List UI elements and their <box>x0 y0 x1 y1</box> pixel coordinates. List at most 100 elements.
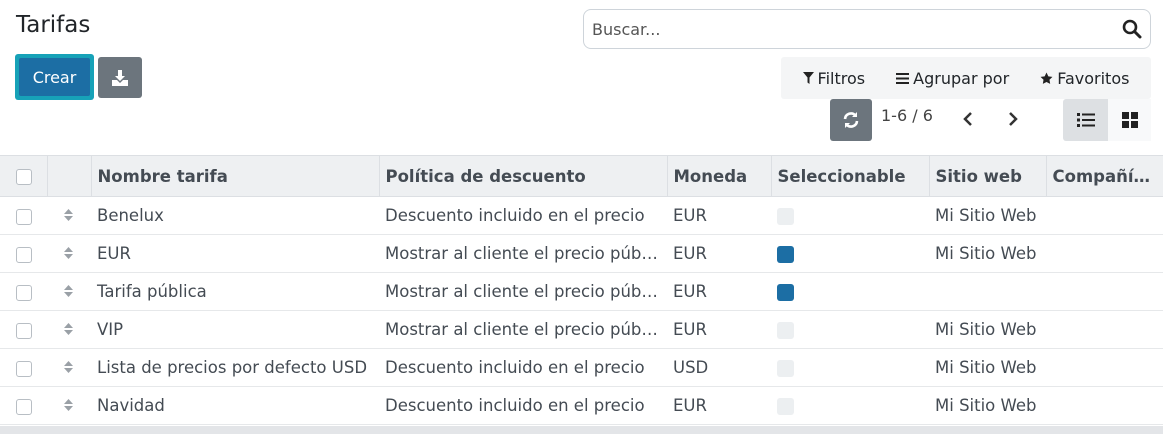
drag-handle-cell <box>47 196 91 235</box>
column-header-company[interactable]: Compañía... <box>1046 155 1163 197</box>
column-header-name[interactable]: Nombre tarifa <box>91 155 380 197</box>
column-header-currency[interactable]: Moneda <box>667 155 772 197</box>
selectable-checkbox[interactable] <box>777 360 794 377</box>
cell-company <box>1046 310 1163 349</box>
row-select-cell <box>0 196 47 235</box>
selectable-checkbox[interactable] <box>777 398 794 415</box>
drag-handle-icon[interactable] <box>63 283 74 302</box>
cell-website <box>929 272 1046 311</box>
drag-handle-cell <box>47 386 91 425</box>
cell-name: Benelux <box>91 196 379 235</box>
cell-selectable <box>771 272 929 311</box>
cell-website: Mi Sitio Web <box>929 348 1046 387</box>
list-view-button[interactable] <box>1063 99 1108 141</box>
filters-label: Filtros <box>817 68 866 88</box>
row-select-cell <box>0 234 47 273</box>
cell-name: Tarifa pública <box>91 272 379 311</box>
table-header: Nombre tarifa Política de descuento Mone… <box>0 155 1163 197</box>
pager-value[interactable]: 1-6 / 6 <box>881 106 933 125</box>
cell-name: VIP <box>91 310 379 349</box>
chevron-left-icon <box>963 112 972 126</box>
cell-policy: Mostrar al cliente el precio público <box>379 272 667 311</box>
cell-policy: Descuento incluido en el precio <box>379 348 667 387</box>
cell-company <box>1046 234 1163 273</box>
row-select-cell <box>0 310 47 349</box>
download-button[interactable] <box>98 57 142 98</box>
drag-handle-icon[interactable] <box>63 397 74 416</box>
refresh-icon <box>843 112 859 128</box>
cell-website: Mi Sitio Web <box>929 234 1046 273</box>
selectable-checkbox[interactable] <box>777 284 794 301</box>
drag-handle-cell <box>47 272 91 311</box>
row-select-cell <box>0 386 47 425</box>
row-checkbox[interactable] <box>16 284 32 301</box>
cell-selectable <box>771 386 929 425</box>
groupby-toggle[interactable]: Agrupar por <box>896 69 1009 88</box>
cell-name: Lista de precios por defecto USD <box>91 348 379 387</box>
groupby-label: Agrupar por <box>913 68 1010 88</box>
favorites-label: Favoritos <box>1057 68 1130 88</box>
cell-policy: Mostrar al cliente el precio público <box>379 310 667 349</box>
kanban-view-button[interactable] <box>1108 99 1151 141</box>
drag-handle-icon[interactable] <box>63 207 74 226</box>
row-select-cell <box>0 272 47 311</box>
page-title: Tarifas <box>16 12 91 38</box>
handle-header <box>47 155 92 197</box>
drag-handle-cell <box>47 234 91 273</box>
filters-toggle[interactable]: Filtros <box>802 68 866 88</box>
table-row[interactable]: VIP Mostrar al cliente el precio público E… <box>0 310 1163 349</box>
cell-selectable <box>771 310 929 349</box>
cell-selectable <box>771 196 929 235</box>
selectable-checkbox[interactable] <box>777 246 794 263</box>
filter-icon <box>802 72 814 84</box>
search-input[interactable] <box>592 10 1112 48</box>
cell-currency: EUR <box>667 272 771 311</box>
cell-currency: USD <box>667 348 771 387</box>
cell-selectable <box>771 348 929 387</box>
drag-handle-icon[interactable] <box>63 359 74 378</box>
selectable-checkbox[interactable] <box>777 322 794 339</box>
pager-previous-button[interactable] <box>958 108 978 130</box>
cell-website: Mi Sitio Web <box>929 386 1046 425</box>
cell-policy: Mostrar al cliente el precio público <box>379 234 667 273</box>
cell-policy: Descuento incluido en el precio <box>379 386 667 425</box>
list-icon <box>1076 113 1095 127</box>
row-checkbox[interactable] <box>16 322 32 339</box>
table-row[interactable]: Lista de precios por defecto USD Descuent… <box>0 348 1163 387</box>
select-all-checkbox[interactable] <box>16 169 32 185</box>
row-checkbox[interactable] <box>16 398 32 415</box>
table-row[interactable]: Tarifa pública Mostrar al cliente el prec… <box>0 272 1163 311</box>
drag-handle-icon[interactable] <box>63 321 74 340</box>
table-row[interactable]: Benelux Descuento incluido en el precio EU… <box>0 196 1163 235</box>
cell-currency: EUR <box>667 234 771 273</box>
chevron-right-icon <box>1009 112 1018 126</box>
selectable-checkbox[interactable] <box>777 208 794 225</box>
cell-name: EUR <box>91 234 379 273</box>
column-header-website[interactable]: Sitio web <box>929 155 1047 197</box>
column-header-policy[interactable]: Política de descuento <box>379 155 668 197</box>
table-row[interactable]: EUR Mostrar al cliente el precio público E… <box>0 234 1163 273</box>
drag-handle-cell <box>47 310 91 349</box>
download-icon <box>112 69 128 86</box>
drag-handle-cell <box>47 348 91 387</box>
create-button[interactable]: Crear <box>19 58 90 96</box>
row-checkbox[interactable] <box>16 246 32 263</box>
cell-website: Mi Sitio Web <box>929 196 1046 235</box>
favorites-toggle[interactable]: Favoritos <box>1040 69 1129 88</box>
table-row[interactable]: Navidad Descuento incluido en el precio EU… <box>0 386 1163 425</box>
star-icon <box>1040 72 1053 84</box>
column-header-selectable[interactable]: Seleccionable <box>771 155 930 197</box>
row-checkbox[interactable] <box>16 360 32 377</box>
pager-next-button[interactable] <box>1003 108 1023 130</box>
grid-icon <box>1121 112 1138 128</box>
search-icon[interactable] <box>1122 19 1142 39</box>
table-footer <box>0 426 1163 434</box>
cell-company <box>1046 386 1163 425</box>
drag-handle-icon[interactable] <box>63 245 74 264</box>
search-options: Filtros Agrupar por Favoritos <box>781 57 1151 99</box>
cell-name: Navidad <box>91 386 379 425</box>
select-all-cell <box>0 155 48 197</box>
row-checkbox[interactable] <box>16 208 32 225</box>
reload-button[interactable] <box>830 99 872 141</box>
create-button-focus-ring: Crear <box>15 54 94 100</box>
